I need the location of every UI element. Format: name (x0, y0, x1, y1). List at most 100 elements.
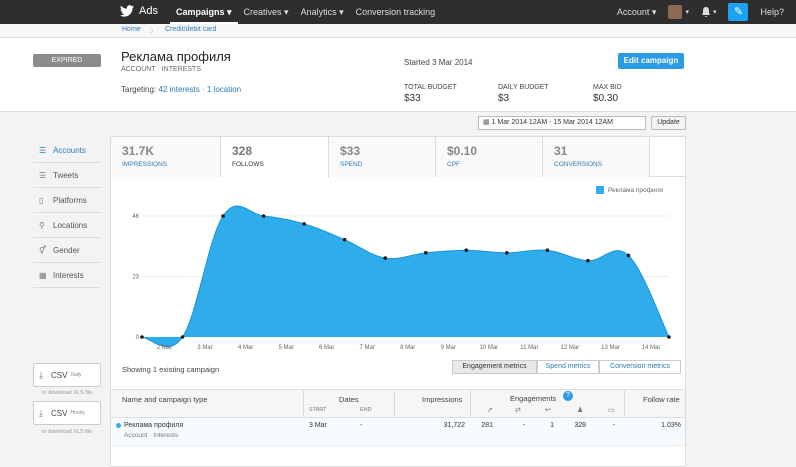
max-bid-value: $0.30 (593, 93, 619, 104)
header-follow-rate[interactable]: Follow rate (643, 395, 680, 404)
avatar (668, 5, 683, 19)
chevron-down-icon: ▾ (685, 9, 689, 16)
brand[interactable]: Ads (120, 5, 158, 17)
breadcrumb-credit-card[interactable]: Credit/debit card (165, 26, 216, 33)
row-follow-rate: 1.03% (661, 422, 681, 429)
sidebar-item-accounts[interactable]: ☰ Accounts (33, 138, 101, 163)
info-icon[interactable]: ? (563, 391, 573, 401)
pin-icon: ⚲ (39, 220, 45, 230)
sidebar: ☰ Accounts ☰ Tweets ▯ Platforms ⚲ Locati… (33, 138, 101, 288)
data-point (221, 214, 225, 218)
x-tick-label: 9 Mar (441, 345, 456, 351)
header-name[interactable]: Name and campaign type (122, 395, 207, 404)
data-point (545, 248, 550, 252)
download-icon: ⤓ (39, 407, 43, 418)
x-tick-label: 12 Mar (561, 345, 580, 351)
header-dates: Dates (339, 395, 359, 404)
notifications-button[interactable]: ▾ (701, 6, 717, 18)
sidebar-item-tweets[interactable]: ☰ Tweets (33, 163, 101, 188)
x-tick-label: 4 Mar (238, 345, 253, 351)
x-tick-label: 11 Mar (520, 345, 538, 351)
x-tick-label: 3 Mar (197, 345, 212, 351)
nav-analytics[interactable]: Analytics ▾ (295, 0, 350, 24)
x-tick-label: 10 Mar (480, 345, 499, 351)
x-tick-label: 14 Mar (642, 345, 661, 351)
header-engagements: Engagements (510, 394, 557, 403)
csv-hourly-button[interactable]: ⤓ CSV Hourly (33, 401, 101, 425)
campaign-count: Showing 1 existing campaign (122, 365, 220, 374)
row-campaign-name[interactable]: Реклама профиля (124, 422, 183, 429)
brand-label: Ads (139, 5, 158, 17)
xls-daily-link[interactable]: or download XLS file (33, 390, 101, 396)
x-tick-label: 8 Mar (400, 345, 415, 351)
data-point (342, 237, 347, 242)
list-icon: ☰ (39, 145, 47, 155)
edit-campaign-button[interactable]: Edit campaign (618, 53, 684, 69)
header-end[interactable]: END (360, 407, 372, 413)
daily-budget-value: $3 (498, 93, 510, 104)
follow-icon[interactable]: ♟ (577, 406, 583, 414)
csv-daily-button[interactable]: ⤓ CSV Daily (33, 363, 101, 387)
top-navbar: Ads Campaigns ▾ Creatives ▾ Analytics ▾ … (0, 0, 796, 24)
gender-icon: ⚥ (39, 245, 47, 255)
compose-tweet-button[interactable]: ✎ (728, 3, 749, 21)
series-dot-icon (116, 423, 121, 428)
row-impressions: 31,722 (443, 422, 465, 429)
campaign-title: Реклама профиля (121, 49, 231, 64)
x-tick-label: 13 Mar (601, 345, 620, 351)
sidebar-item-interests[interactable]: ▦ Interests (33, 263, 101, 288)
nav-creatives[interactable]: Creatives ▾ (238, 0, 295, 24)
daily-budget: DAILY BUDGET $3 (498, 84, 549, 104)
sidebar-item-label: Accounts (53, 145, 86, 155)
row-end: - (360, 422, 363, 429)
date-range-picker[interactable]: ▦ 1 Mar 2014 12AM - 15 Mar 2014 12AM (478, 116, 646, 130)
data-point (626, 253, 631, 258)
table-header: Name and campaign type Dates START END I… (111, 390, 685, 418)
engagement-metrics-button[interactable]: Engagement metrics (452, 360, 537, 374)
twitter-bird-icon (120, 5, 134, 17)
data-point (302, 222, 306, 226)
data-point (140, 335, 144, 339)
sidebar-item-locations[interactable]: ⚲ Locations (33, 213, 101, 238)
click-icon[interactable]: ➚ (487, 406, 493, 414)
header-start[interactable]: START (309, 407, 327, 413)
date-range-value: 1 Mar 2014 12AM - 15 Mar 2014 12AM (491, 119, 613, 126)
targeting-label: Targeting: (121, 85, 157, 94)
data-point (261, 214, 266, 218)
breadcrumb: Home 〉 Credit/debit card (0, 24, 796, 38)
retweet-icon[interactable]: ⇄ (515, 406, 521, 414)
account-menu[interactable]: Account ▾ (617, 7, 657, 18)
spend-metrics-button[interactable]: Spend metrics (537, 360, 599, 374)
header-impressions[interactable]: Impressions (422, 395, 462, 404)
breadcrumb-home[interactable]: Home (122, 26, 141, 33)
reply-icon[interactable]: ↩ (545, 406, 551, 414)
chevron-down-icon: ▾ (712, 9, 717, 16)
campaign-subtitle: ACCOUNT · INTERESTS (121, 66, 201, 73)
x-tick-label: 2 Mar (157, 345, 172, 351)
list-icon: ☰ (39, 170, 47, 180)
card-icon[interactable]: ▭ (608, 406, 615, 414)
nav-conversion-tracking[interactable]: Conversion tracking (350, 0, 442, 24)
help-link[interactable]: Help? (760, 7, 784, 17)
sidebar-item-gender[interactable]: ⚥ Gender (33, 238, 101, 263)
y-tick-label: 23 (132, 275, 139, 281)
sidebar-item-label: Platforms (53, 195, 87, 205)
conversion-metrics-button[interactable]: Conversion metrics (599, 360, 681, 374)
table-row[interactable]: Реклама профиля Account · Interests 3 Ma… (111, 418, 685, 446)
data-point (383, 256, 388, 260)
xls-hourly-link[interactable]: or download XLS file (33, 429, 101, 435)
update-button[interactable]: Update (651, 116, 686, 130)
user-menu[interactable]: ▾ (668, 5, 689, 19)
series-area (142, 205, 669, 347)
sidebar-item-platforms[interactable]: ▯ Platforms (33, 188, 101, 213)
targeting-locations-link[interactable]: 1 location (207, 85, 241, 94)
total-budget-value: $33 (404, 93, 421, 104)
row-retweets: - (522, 422, 525, 429)
follows-area-chart: 0 23 46 2 Mar 3 Mar 4 Mar 5 Mar 6 Mar 7 Mar 8 Mar… (132, 205, 671, 351)
nav-campaigns[interactable]: Campaigns ▾ (170, 0, 238, 24)
sidebar-item-label: Locations (53, 220, 88, 230)
sidebar-item-label: Gender (53, 245, 80, 255)
calendar-icon: ▦ (483, 119, 490, 126)
row-clicks: 281 (481, 422, 493, 429)
targeting-interests-link[interactable]: 42 interests (158, 85, 199, 94)
